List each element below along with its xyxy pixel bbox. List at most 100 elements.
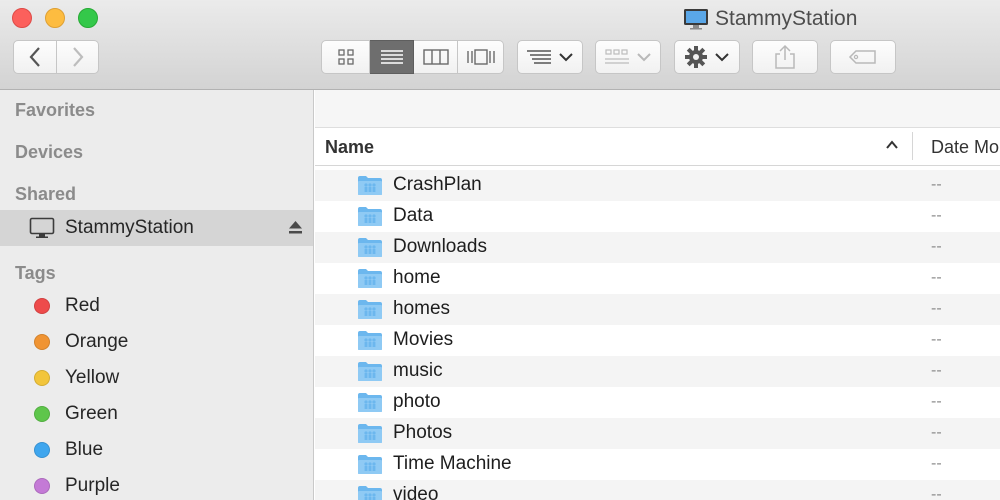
list-icon [380,50,403,64]
group-icon [605,49,629,64]
tag-icon [848,50,876,64]
group-button[interactable] [595,40,661,74]
chevron-down-icon [715,53,729,62]
cover-flow-icon [466,49,495,65]
table-row[interactable]: Time Machine -- [315,449,1000,480]
sidebar-item-tag-orange[interactable]: Orange [0,324,313,360]
arrange-button[interactable] [517,40,583,74]
table-row[interactable]: home -- [315,263,1000,294]
nav-buttons [13,40,99,74]
sidebar-heading-devices[interactable]: Devices [15,142,83,163]
sidebar-item-label: Orange [65,331,129,352]
share-icon [775,44,795,69]
window-title: StammyStation [683,6,857,32]
sidebar-item-label: Red [65,295,100,316]
tag-color-dot [34,334,50,350]
file-date: -- [931,362,942,379]
columns-icon [422,49,449,65]
tag-color-dot [34,370,50,386]
view-mode-group [321,40,504,74]
file-name: Photos [393,422,453,443]
table-row[interactable]: Photos -- [315,418,1000,449]
file-name: photo [393,391,441,412]
sidebar: Favorites Devices Shared StammyStation T… [0,90,314,500]
file-date: -- [931,176,942,193]
file-name: homes [393,298,451,319]
tag-color-dot [34,406,50,422]
shared-folder-icon [357,392,383,418]
sidebar-heading-shared[interactable]: Shared [15,184,76,205]
table-row[interactable]: video -- [315,480,1000,500]
shared-folder-icon [357,299,383,325]
file-date: -- [931,424,942,441]
chevron-down-icon [637,53,651,62]
shared-folder-icon [357,454,383,480]
action-button[interactable] [674,40,740,74]
window-title-text: StammyStation [715,7,858,30]
zoom-button[interactable] [78,8,98,28]
sidebar-item-stammystation[interactable]: StammyStation [0,210,313,246]
sidebar-heading-tags[interactable]: Tags [15,263,56,284]
file-date: -- [931,238,942,255]
back-button[interactable] [13,40,57,74]
sidebar-item-label: Yellow [65,367,120,388]
eject-icon[interactable] [288,220,303,235]
name-column-header[interactable]: Name [325,137,374,158]
tag-button[interactable] [830,40,896,74]
column-view-button[interactable] [414,40,458,74]
table-row[interactable]: Data -- [315,201,1000,232]
tag-color-dot [34,478,50,494]
sidebar-item-tag-red[interactable]: Red [0,288,313,324]
share-button[interactable] [752,40,818,74]
monitor-icon [29,217,55,239]
file-name: Data [393,205,434,226]
minimize-button[interactable] [45,8,65,28]
file-name: CrashPlan [393,174,482,195]
grid-icon [337,49,354,65]
tag-color-dot [34,442,50,458]
cover-flow-button[interactable] [458,40,504,74]
chevron-right-icon [72,47,83,67]
shared-folder-icon [357,268,383,294]
date-modified-column-header[interactable]: Date Mo [931,137,999,158]
sidebar-item-tag-blue[interactable]: Blue [0,432,313,468]
table-row[interactable]: CrashPlan -- [315,170,1000,201]
table-row[interactable]: Downloads -- [315,232,1000,263]
file-name: music [393,360,443,381]
icon-view-button[interactable] [321,40,370,74]
file-date: -- [931,269,942,286]
sidebar-item-tag-yellow[interactable]: Yellow [0,360,313,396]
sidebar-item-tag-purple[interactable]: Purple [0,468,313,500]
file-name: Time Machine [393,453,512,474]
forward-button[interactable] [57,40,99,74]
file-date: -- [931,207,942,224]
file-date: -- [931,331,942,348]
sidebar-item-tag-green[interactable]: Green [0,396,313,432]
shared-folder-icon [357,485,383,500]
close-button[interactable] [12,8,32,28]
table-row[interactable]: homes -- [315,294,1000,325]
file-list: CrashPlan -- Data -- Downloads -- home -- homes -… [315,170,1000,500]
sidebar-item-label: Purple [65,475,120,496]
shared-folder-icon [357,330,383,356]
column-divider[interactable] [912,132,913,160]
file-date: -- [931,486,942,500]
sort-ascending-icon [885,138,899,156]
chevron-left-icon [29,47,40,67]
table-row[interactable]: Movies -- [315,325,1000,356]
sidebar-heading-favorites[interactable]: Favorites [15,100,95,121]
shared-folder-icon [357,175,383,201]
file-name: home [393,267,441,288]
chevron-down-icon [559,53,573,62]
file-name: Movies [393,329,454,350]
table-row[interactable]: photo -- [315,387,1000,418]
file-browser: Name Date Mo CrashPlan -- Data -- Downloads -… [315,90,1000,500]
file-name: Downloads [393,236,487,257]
gear-icon [685,46,707,68]
list-view-button[interactable] [370,40,414,74]
path-bar [315,90,1000,128]
file-date: -- [931,393,942,410]
toolbar: StammyStation [0,0,1000,90]
shared-folder-icon [357,206,383,232]
table-row[interactable]: music -- [315,356,1000,387]
